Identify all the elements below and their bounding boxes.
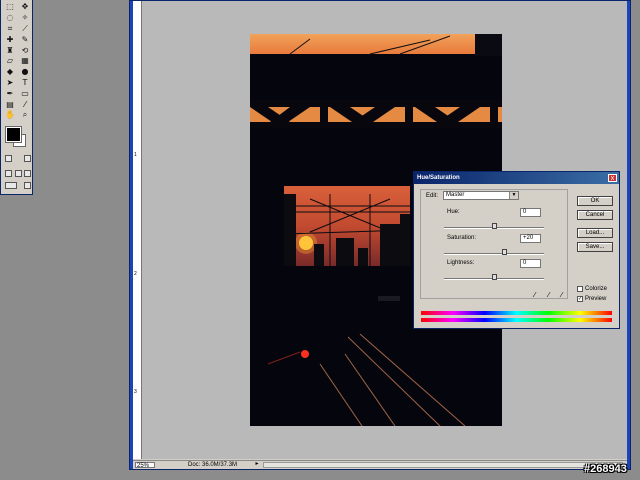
- lasso-tool-icon[interactable]: ◌: [4, 13, 16, 24]
- hand-tool-icon[interactable]: ✋: [4, 110, 16, 121]
- edit-dropdown[interactable]: Master ▼: [443, 191, 519, 200]
- gradient-tool-icon[interactable]: ▦: [19, 56, 31, 67]
- adjustment-panel: [420, 189, 568, 299]
- eyedropper-plus-icon[interactable]: ⁄: [548, 291, 549, 299]
- notes-tool-icon[interactable]: ▤: [4, 99, 16, 110]
- marquee-tool-icon[interactable]: ⬚: [4, 2, 16, 13]
- crop-tool-icon[interactable]: ⌗: [4, 24, 16, 35]
- saturation-label: Saturation:: [447, 235, 477, 241]
- saturation-slider-thumb[interactable]: [502, 249, 507, 255]
- eyedropper-icon[interactable]: ⁄: [534, 291, 535, 299]
- dodge-tool-icon[interactable]: ●: [19, 67, 31, 78]
- zoom-field[interactable]: 25%: [135, 462, 155, 469]
- doc-size-info: Doc: 36.0M/37.3M: [188, 462, 238, 468]
- ruler-mark: 2: [134, 271, 137, 277]
- dialog-title: Hue/Saturation: [414, 172, 619, 184]
- horizontal-scrollbar[interactable]: [263, 462, 623, 468]
- slice-tool-icon[interactable]: ⟋: [19, 24, 31, 35]
- output-color-bar: [421, 318, 612, 322]
- input-color-bar: [421, 311, 612, 315]
- vertical-ruler: 1 2 3: [133, 1, 142, 459]
- edit-dropdown-value: Master: [446, 192, 465, 198]
- edit-label: Edit:: [426, 193, 439, 199]
- foreground-color-swatch[interactable]: [5, 126, 22, 143]
- standard-mode-icon[interactable]: [5, 155, 12, 162]
- ok-button[interactable]: OK: [577, 196, 613, 206]
- pen-tool-icon[interactable]: ✒: [4, 88, 16, 99]
- screen-mode-full-icon[interactable]: [24, 170, 31, 177]
- workspace: ⬚ ✥ ◌ ✧ ⌗ ⟋ ✚ ✎ ♜ ⟲ ▱ ▦ ◆ ● ➤ T ✒ ▭ ▤ ⁄ …: [0, 0, 640, 480]
- magic-wand-icon[interactable]: ✧: [19, 13, 31, 24]
- eyedropper-minus-icon[interactable]: ⁄: [561, 291, 562, 299]
- screen-mode-standard-icon[interactable]: [5, 170, 12, 177]
- jump-to-imageready-icon[interactable]: [5, 182, 17, 189]
- ruler-mark: 1: [134, 152, 137, 158]
- extra-tool-icon[interactable]: [24, 182, 31, 189]
- load-button[interactable]: Load...: [577, 228, 613, 238]
- colorize-label: Colorize: [585, 286, 608, 292]
- status-bar: 25% Doc: 36.0M/37.3M ▸: [133, 460, 627, 469]
- watermark: #268943: [584, 463, 627, 475]
- preview-checkbox[interactable]: ✓: [577, 296, 583, 302]
- screen-mode-menu-icon[interactable]: [14, 170, 22, 177]
- lightness-slider-thumb[interactable]: [492, 274, 497, 280]
- hue-input[interactable]: 0: [520, 208, 541, 217]
- hue-slider-thumb[interactable]: [492, 223, 497, 229]
- preview-label: Preview: [585, 296, 607, 302]
- hue-label: Hue:: [447, 209, 460, 215]
- lightness-input[interactable]: 0: [520, 259, 541, 268]
- move-tool-icon[interactable]: ✥: [19, 2, 31, 13]
- saturation-input[interactable]: +20: [520, 234, 541, 243]
- eyedropper-tool-icon[interactable]: ⁄: [19, 99, 31, 110]
- healing-brush-icon[interactable]: ✚: [4, 34, 16, 45]
- blur-tool-icon[interactable]: ◆: [4, 67, 16, 78]
- brush-tool-icon[interactable]: ✎: [19, 34, 31, 45]
- quick-mask-icon[interactable]: [24, 155, 31, 162]
- history-brush-icon[interactable]: ⟲: [19, 45, 31, 56]
- path-selection-icon[interactable]: ➤: [4, 78, 16, 89]
- cancel-button[interactable]: Cancel: [577, 210, 613, 220]
- save-button[interactable]: Save...: [577, 242, 613, 252]
- lightness-label: Lightness:: [447, 260, 475, 266]
- eraser-tool-icon[interactable]: ▱: [4, 56, 16, 67]
- chevron-down-icon[interactable]: ▼: [509, 192, 518, 199]
- close-icon[interactable]: x: [608, 174, 617, 182]
- saturation-slider-track[interactable]: [444, 253, 544, 255]
- hue-saturation-dialog: Hue/Saturation x Edit: Master ▼ Hue: 0 S…: [413, 171, 620, 329]
- stamp-tool-icon[interactable]: ♜: [4, 45, 16, 56]
- tools-palette: ⬚ ✥ ◌ ✧ ⌗ ⟋ ✚ ✎ ♜ ⟲ ▱ ▦ ◆ ● ➤ T ✒ ▭ ▤ ⁄ …: [0, 0, 33, 195]
- zoom-tool-icon[interactable]: ⌕: [19, 110, 31, 121]
- colorize-checkbox[interactable]: [577, 286, 583, 292]
- shape-tool-icon[interactable]: ▭: [19, 88, 31, 99]
- type-tool-icon[interactable]: T: [19, 78, 31, 89]
- ruler-mark: 3: [134, 389, 137, 395]
- status-menu-arrow-icon[interactable]: ▸: [253, 461, 261, 468]
